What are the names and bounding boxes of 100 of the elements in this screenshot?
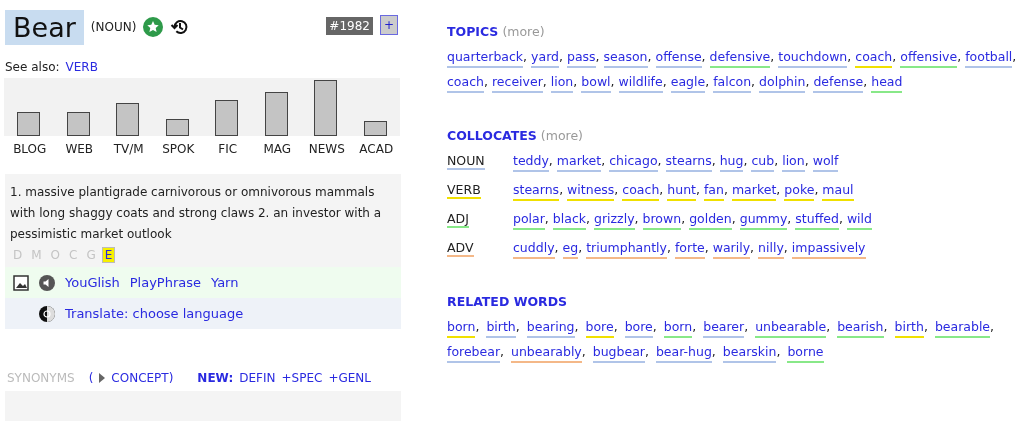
word-link[interactable]: wild [846,210,872,230]
word-link[interactable]: warily [712,239,751,259]
word-link[interactable]: coach [447,73,484,93]
word-link[interactable]: defense [813,73,864,93]
pos-label: ADV [447,240,474,257]
word-link[interactable]: bearer [703,318,745,338]
genre-label[interactable]: FIC [218,142,238,156]
word-link[interactable]: born [663,318,693,338]
word-link[interactable]: receiver [491,73,543,93]
word-link[interactable]: yard [531,48,559,68]
word-link[interactable]: bore [585,318,614,338]
word-link[interactable]: stuffed [795,210,839,230]
expand-icon[interactable] [99,373,106,383]
word-link[interactable]: unbearable [755,318,827,338]
word-link[interactable]: pass [567,48,596,68]
image-icon[interactable] [13,274,29,291]
word-link[interactable]: eagle [670,73,706,93]
section-title: TOPICS [447,24,499,39]
word-link[interactable]: falcon [713,73,752,93]
media-link[interactable]: PlayPhrase [129,275,201,290]
genre-label[interactable]: BLOG [13,142,47,156]
translate-icon[interactable] [39,305,55,322]
synonyms-label: SYNONYMS [7,371,75,385]
word-link[interactable]: impassively [791,239,866,259]
add-button[interactable]: + [379,15,398,35]
word-link[interactable]: bearing [526,318,575,338]
word-link[interactable]: fan [703,181,724,201]
comma: , [704,239,709,257]
comma: , [705,73,710,91]
comma: , [711,152,716,170]
concept-link[interactable]: CONCEPT) [111,371,174,385]
word-link[interactable]: teddy [513,152,549,172]
word-link[interactable]: bearable [934,318,991,338]
media-link[interactable]: Yarn [211,275,239,290]
word-link[interactable]: grizzly [594,210,635,230]
word-link[interactable]: bearish [837,318,884,338]
genre-label[interactable]: NEWS [308,142,345,156]
word-link[interactable]: eg [562,239,579,259]
genre-label[interactable]: WEB [65,142,94,156]
comma: , [659,181,664,199]
genre-label[interactable]: SPOK [162,142,195,156]
word-link[interactable]: football [965,48,1013,68]
word-link[interactable]: forebear [447,343,501,363]
word-link[interactable]: defensive [709,48,771,68]
word-link[interactable]: triumphantly [586,239,667,259]
word-link[interactable]: gummy [739,210,788,230]
comma: , [662,73,667,91]
source-letter[interactable]: E [101,247,116,263]
word-link[interactable]: bowl [581,73,611,93]
word-link[interactable]: hunt [667,181,696,201]
word-link[interactable]: lion [550,73,574,93]
word-link[interactable]: unbearably [511,343,582,363]
word-link[interactable]: birth [486,318,516,338]
speaker-icon[interactable] [39,274,55,291]
genre-label[interactable]: MAG [263,142,292,156]
comma: , [644,343,649,361]
comma: , [559,181,564,199]
word-link[interactable]: nilly [758,239,784,259]
word-link[interactable]: wolf [812,152,839,172]
genre-label[interactable]: TV/M [113,142,144,156]
word-link[interactable]: stearns [665,152,712,172]
word-link[interactable]: wildlife [618,73,663,93]
comma: , [804,152,809,170]
comma: , [475,318,480,336]
word-link[interactable]: chicago [609,152,658,172]
word-link[interactable]: bore [624,318,653,338]
genre-label[interactable]: ACAD [359,142,394,156]
comma: , [774,152,779,170]
comma: , [723,181,728,199]
word-link[interactable]: hug [719,152,744,172]
word-link[interactable]: touchdown [778,48,848,68]
word-link[interactable]: dolphin [759,73,806,93]
word-link[interactable]: season [603,48,648,68]
word-link[interactable]: bear-hug [655,343,712,363]
new-link[interactable]: +GENL [328,371,371,385]
comma: , [601,152,606,170]
word-link[interactable]: offensive [900,48,958,68]
word-link[interactable]: birth [894,318,924,338]
word-link[interactable]: bearskin [722,343,777,363]
word-link[interactable]: born [447,318,476,338]
new-link[interactable]: +SPEC [281,371,323,385]
translate-link[interactable]: Translate: choose language [65,306,244,321]
word-link[interactable]: brown [642,210,682,230]
comma: , [863,73,868,91]
word-link[interactable]: head [871,73,903,93]
word-link[interactable]: borne [787,343,824,363]
headword: Bear [5,9,84,45]
word-link[interactable]: bugbear [592,343,645,363]
word-link[interactable]: lion [782,152,805,172]
word-link[interactable]: coach [855,48,893,68]
word-link[interactable]: offense [655,48,702,68]
word-link[interactable]: cuddly [513,239,555,259]
word-link[interactable]: maul [822,181,854,201]
new-link[interactable]: DEFIN [239,371,276,385]
see-also-link[interactable]: VERB [65,60,98,74]
word-link[interactable]: golden [689,210,732,230]
media-link[interactable]: YouGlish [65,275,120,290]
word-link[interactable]: forte [674,239,705,259]
word-link[interactable]: polar [513,210,545,230]
word-link[interactable]: poke [784,181,815,201]
